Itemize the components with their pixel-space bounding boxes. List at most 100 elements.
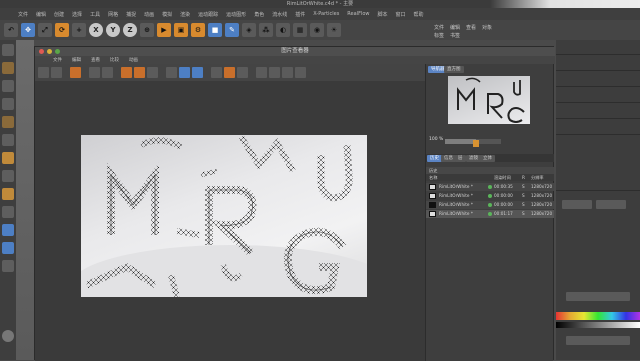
menu-tools[interactable]: 工具	[90, 11, 100, 18]
subdivide-icon[interactable]: ◈	[242, 23, 256, 37]
om-button-a[interactable]	[562, 200, 592, 209]
render-region-icon[interactable]	[224, 67, 235, 78]
tweak-icon[interactable]	[2, 206, 14, 218]
attr-field[interactable]	[566, 292, 630, 301]
om-menu-bookmark[interactable]: 书签	[450, 32, 460, 39]
snap-icon[interactable]	[2, 134, 14, 146]
zoom-icon[interactable]	[55, 49, 60, 54]
tab-histogram[interactable]: 直方图	[444, 66, 464, 73]
menu-script[interactable]: 脚本	[378, 11, 388, 18]
light-icon[interactable]: ☀	[327, 23, 341, 37]
lock-icon[interactable]	[2, 170, 14, 182]
mode-polygons-icon[interactable]	[2, 116, 14, 128]
menu-window[interactable]: 窗口	[396, 11, 406, 18]
navigator-thumbnail[interactable]	[448, 76, 530, 124]
menu-help[interactable]: 帮助	[414, 11, 424, 18]
rgb-icon[interactable]	[102, 67, 113, 78]
om-menu-tag[interactable]: 标签	[434, 32, 444, 39]
open-icon[interactable]	[38, 67, 49, 78]
gray-ramp[interactable]	[556, 322, 640, 328]
render-view-icon[interactable]: ▣	[174, 23, 188, 37]
channel-icon[interactable]	[166, 67, 177, 78]
zoom-slider-handle[interactable]	[472, 140, 479, 147]
tab-info[interactable]: 信息	[441, 155, 456, 162]
menu-edit[interactable]: 编辑	[36, 11, 46, 18]
tab-filter[interactable]: 滤镜	[466, 155, 481, 162]
cube-icon[interactable]: ■	[208, 23, 222, 37]
fullscreen-icon[interactable]	[192, 67, 203, 78]
axis-y-icon[interactable]: Y	[106, 23, 120, 37]
viewer-menu-animation[interactable]: 动画	[129, 57, 138, 63]
menu-mesh[interactable]: 网格	[108, 11, 118, 18]
axis-x-icon[interactable]: X	[89, 23, 103, 37]
minimize-icon[interactable]	[47, 49, 52, 54]
grid-icon[interactable]	[2, 260, 14, 272]
save-icon[interactable]	[51, 67, 62, 78]
axis-z-icon[interactable]: Z	[123, 23, 137, 37]
grid-toggle-icon[interactable]	[237, 67, 248, 78]
history-row[interactable]: RimLitOrWhite * 00:00:00 S 1280x720	[426, 201, 554, 209]
array-icon[interactable]: ⁂	[259, 23, 273, 37]
option-icon-2[interactable]	[269, 67, 280, 78]
stop-icon[interactable]	[89, 67, 100, 78]
mode-edges-icon[interactable]	[2, 98, 14, 110]
menu-select[interactable]: 选择	[72, 11, 82, 18]
menu-snap[interactable]: 捕捉	[126, 11, 136, 18]
viewer-menu-view[interactable]: 查看	[91, 57, 100, 63]
om-menu-object[interactable]: 对象	[482, 24, 492, 31]
workplane-icon[interactable]	[2, 152, 14, 164]
deformer-icon[interactable]: ◐	[276, 23, 290, 37]
zoom-slider[interactable]	[445, 139, 501, 147]
compare-a-icon[interactable]	[121, 67, 132, 78]
history-row-selected[interactable]: RimLitOrWhite * 00:01:17 S 1280x720	[426, 210, 554, 218]
menu-pipeline[interactable]: 流水线	[272, 11, 287, 18]
history-row[interactable]: RimLitOrWhite * 00:00:35 S 1280x720	[426, 183, 554, 191]
compare-swap-icon[interactable]	[147, 67, 158, 78]
axis-icon[interactable]	[2, 188, 14, 200]
mode-model-icon[interactable]	[2, 44, 14, 56]
scale-icon[interactable]: ⤢	[38, 23, 52, 37]
menu-character[interactable]: 角色	[254, 11, 264, 18]
menu-plugins[interactable]: 插件	[295, 11, 305, 18]
move-icon[interactable]: ✥	[21, 23, 35, 37]
menu-render[interactable]: 渲染	[180, 11, 190, 18]
menu-mograph[interactable]: 运动图形	[226, 11, 246, 18]
menu-file[interactable]: 文件	[18, 11, 28, 18]
camera-icon[interactable]: ◉	[310, 23, 324, 37]
world-icon[interactable]: ⊕	[140, 23, 154, 37]
render-view-icon[interactable]	[70, 67, 81, 78]
mode-points-icon[interactable]	[2, 80, 14, 92]
color-spectrum[interactable]	[556, 312, 640, 320]
fit-icon[interactable]	[179, 67, 190, 78]
option-icon-3[interactable]	[282, 67, 293, 78]
compare-b-icon[interactable]	[134, 67, 145, 78]
viewer-menu-compare[interactable]: 比较	[110, 57, 119, 63]
om-button-b[interactable]	[596, 200, 626, 209]
plus-icon[interactable]: +	[72, 23, 86, 37]
option-icon-4[interactable]	[295, 67, 306, 78]
menu-simulate[interactable]: 模拟	[162, 11, 172, 18]
render-settings-icon[interactable]: ⚙	[191, 23, 205, 37]
menu-motion-tracker[interactable]: 运动跟踪	[198, 11, 218, 18]
rotate-icon[interactable]: ⟳	[55, 23, 69, 37]
layer-icon[interactable]	[2, 224, 14, 236]
option-icon-1[interactable]	[256, 67, 267, 78]
texture-icon[interactable]	[2, 242, 14, 254]
menu-animate[interactable]: 动画	[144, 11, 154, 18]
viewer-menu-edit[interactable]: 编辑	[72, 57, 81, 63]
om-menu-file[interactable]: 文件	[434, 24, 444, 31]
om-menu-view[interactable]: 查看	[466, 24, 476, 31]
om-menu-edit[interactable]: 编辑	[450, 24, 460, 31]
history-row[interactable]: RimLitOrWhite * 00:00:00 S 1280x720	[426, 192, 554, 200]
viewer-menu-file[interactable]: 文件	[53, 57, 62, 63]
menu-create[interactable]: 创建	[54, 11, 64, 18]
tab-history[interactable]: 历史	[427, 155, 442, 162]
sphere-icon[interactable]	[2, 330, 14, 342]
scene-icon[interactable]: ▦	[293, 23, 307, 37]
mode-texture-icon[interactable]	[2, 62, 14, 74]
menu-realflow[interactable]: RealFlow	[347, 11, 369, 17]
tab-layer[interactable]: 层	[455, 155, 466, 162]
tab-stereo[interactable]: 立体	[480, 155, 495, 162]
pen-icon[interactable]: ✎	[225, 23, 239, 37]
view-icon[interactable]	[211, 67, 222, 78]
